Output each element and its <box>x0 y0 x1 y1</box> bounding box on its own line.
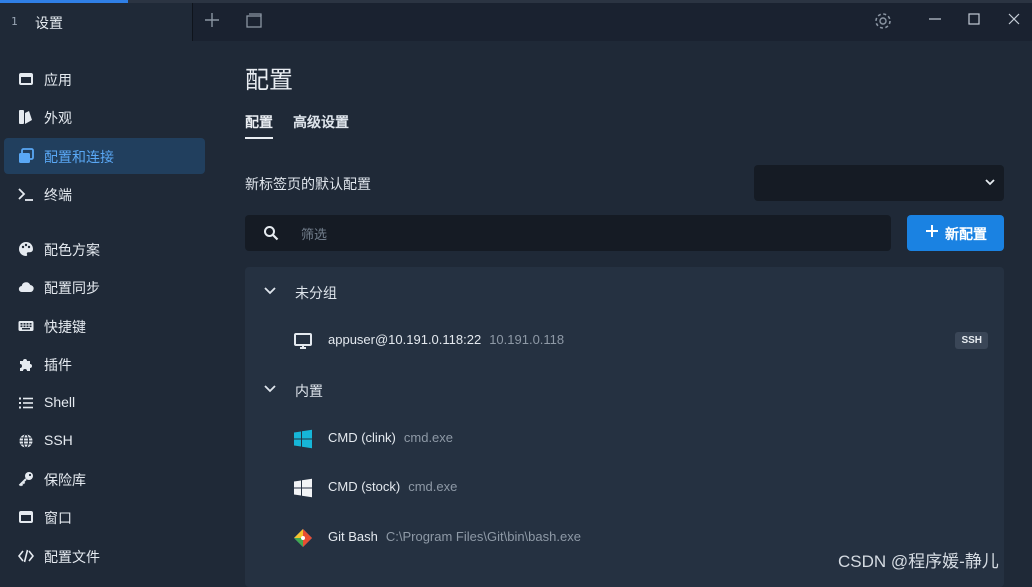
new-profile-button[interactable]: 新配置 <box>907 215 1004 251</box>
tab-title: 设置 <box>35 15 63 31</box>
sidebar-item-label: 应用 <box>44 72 72 88</box>
key-icon <box>18 471 34 487</box>
new-profile-label: 新配置 <box>945 226 987 242</box>
profile-name: appuser@10.191.0.118:22 <box>328 332 482 347</box>
gear-icon[interactable] <box>872 11 894 33</box>
sidebar-item-application[interactable]: 应用 <box>4 61 205 97</box>
sidebar-item-label: 保险库 <box>44 472 86 488</box>
tab-advanced[interactable]: 高级设置 <box>293 112 349 132</box>
sidebar-item-hotkeys[interactable]: 快捷键 <box>4 308 205 344</box>
sidebar-item-label: 配置和连接 <box>44 149 114 165</box>
windows-logo-icon <box>293 429 313 449</box>
search-icon <box>263 225 279 241</box>
monitor-icon <box>293 331 313 351</box>
ssh-badge: SSH <box>955 332 988 349</box>
close-icon[interactable] <box>1003 11 1025 33</box>
terminal-icon <box>18 186 34 202</box>
app-window-icon <box>18 71 34 87</box>
sidebar-item-color-scheme[interactable]: 配色方案 <box>4 231 205 267</box>
group-name: 未分组 <box>295 285 337 301</box>
sidebar-item-sync[interactable]: 配置同步 <box>4 269 205 305</box>
group-header-builtin[interactable]: 内置 <box>245 367 1004 413</box>
group-header-ungrouped[interactable]: 未分组 <box>245 269 1004 315</box>
sidebar-item-label: 终端 <box>44 187 72 203</box>
profile-description: 10.191.0.118 <box>489 332 565 347</box>
sidebar-item-label: 配置同步 <box>44 280 100 296</box>
default-profile-select[interactable] <box>754 165 1004 201</box>
profile-item[interactable]: appuser@10.191.0.118:22 10.191.0.118 SSH <box>245 317 1004 363</box>
chevron-down-icon <box>263 382 277 396</box>
maximize-icon[interactable] <box>963 11 985 33</box>
default-profile-label: 新标签页的默认配置 <box>245 176 371 192</box>
profile-name: CMD (clink) <box>328 430 396 445</box>
chevron-down-icon <box>984 175 996 189</box>
sidebar-item-terminal[interactable]: 终端 <box>4 176 205 212</box>
watermark: CSDN @程序媛-静儿 <box>838 552 999 571</box>
profile-name: Git Bash <box>328 529 378 544</box>
list-icon <box>18 395 34 411</box>
cloud-icon <box>18 279 34 295</box>
new-tab-icon[interactable] <box>201 11 223 33</box>
sidebar: 应用 外观 配置和连接 终端 配色方案 配置同步 快捷键 插件 Shell SS… <box>0 41 216 577</box>
profile-description: C:\Program Files\Git\bin\bash.exe <box>385 529 581 544</box>
globe-icon <box>18 433 34 449</box>
title-bar: 1 设置 <box>0 3 1032 41</box>
keyboard-icon <box>18 318 34 334</box>
chevron-down-icon <box>263 284 277 298</box>
sidebar-item-vault[interactable]: 保险库 <box>4 461 205 497</box>
tab-index: 1 <box>11 15 18 28</box>
appearance-icon <box>18 109 34 125</box>
sidebar-item-profiles[interactable]: 配置和连接 <box>4 138 205 174</box>
puzzle-icon <box>18 356 34 372</box>
profiles-icon <box>18 148 34 164</box>
sidebar-item-label: 配色方案 <box>44 242 100 258</box>
code-icon <box>17 548 35 564</box>
plus-icon <box>925 224 939 238</box>
sidebar-item-config-file[interactable]: 配置文件 <box>4 538 205 574</box>
filter-input[interactable] <box>299 215 883 253</box>
profile-description: cmd.exe <box>403 430 454 445</box>
page-title: 配置 <box>245 67 293 94</box>
sidebar-item-window[interactable]: 窗口 <box>4 499 205 535</box>
git-icon <box>293 528 313 548</box>
palette-icon <box>18 241 34 257</box>
filter-field[interactable] <box>245 215 891 253</box>
tab-overview-icon[interactable] <box>243 11 265 33</box>
sidebar-item-label: 外观 <box>44 110 72 126</box>
sidebar-item-plugins[interactable]: 插件 <box>4 346 205 382</box>
minimize-icon[interactable] <box>924 11 946 33</box>
profile-name: CMD (stock) <box>328 479 401 494</box>
sidebar-item-appearance[interactable]: 外观 <box>4 99 205 135</box>
profile-list: 未分组 appuser@10.191.0.118:22 10.191.0.118 … <box>245 267 1004 587</box>
sidebar-item-ssh[interactable]: SSH <box>4 423 205 459</box>
group-name: 内置 <box>295 383 323 399</box>
main-panel: 配置 配置 高级设置 新标签页的默认配置 新配置 未分组 appuser@10.… <box>216 41 1032 587</box>
sidebar-item-label: 快捷键 <box>44 319 86 335</box>
active-tab-indicator <box>245 137 273 139</box>
sidebar-item-label: 插件 <box>44 357 72 373</box>
window-icon <box>18 509 34 525</box>
tab-profiles[interactable]: 配置 <box>245 112 273 132</box>
sidebar-item-label: Shell <box>44 394 76 410</box>
sidebar-item-shell[interactable]: Shell <box>4 385 205 421</box>
tab-settings[interactable]: 1 设置 <box>0 3 193 41</box>
sidebar-item-label: SSH <box>44 432 73 448</box>
profile-item[interactable]: CMD (stock) cmd.exe <box>245 464 1004 510</box>
windows-logo-icon <box>293 478 313 498</box>
sidebar-item-label: 配置文件 <box>44 549 100 565</box>
sidebar-item-label: 窗口 <box>44 510 72 526</box>
profile-description: cmd.exe <box>408 479 458 494</box>
profile-item[interactable]: CMD (clink) cmd.exe <box>245 415 1004 461</box>
